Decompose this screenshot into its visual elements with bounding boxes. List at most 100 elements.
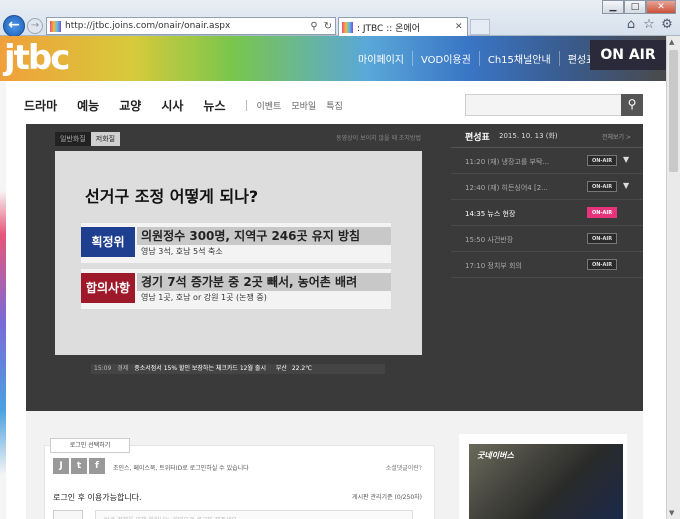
browser-tab-active[interactable]: : JTBC :: 온에어 ✕: [338, 17, 468, 36]
nav-mypage[interactable]: 마이페이지: [350, 51, 412, 66]
video-info-box-2: 합의사항 경기 7석 증가분 중 2곳 빼서, 농어촌 배려 영남 1곳, 호남…: [81, 269, 391, 309]
onair-badge: ON-AIR: [587, 181, 617, 192]
site-header: jtbc 마이페이지 VOD이용권 Ch15채널안내 편성표 ON AIR: [0, 36, 666, 81]
login-select-tab[interactable]: 로그인 선택하기: [50, 438, 130, 453]
schedule-row-text: 15:50 사건반장: [465, 236, 514, 244]
browser-chrome: ▁ □ ✕ ← → http://jtbc.joins.com/onair/on…: [0, 0, 680, 37]
schedule-row[interactable]: 11:20 (재) 냉장고를 부탁... ON-AIR ▼: [451, 148, 643, 174]
chevron-down-icon[interactable]: ▼: [623, 155, 629, 164]
main-nav: 드라마 예능 교양 시사 뉴스 이벤트 모바일 특집: [24, 95, 353, 115]
schedule-view-all-link[interactable]: 전체보기 >: [602, 132, 631, 141]
ticker-text: 중소서점서 15% 할인 보장하는 체크카드 12월 출시: [134, 365, 266, 372]
home-icon[interactable]: ⌂: [624, 17, 638, 32]
site-search-input[interactable]: ⚲: [465, 94, 643, 116]
toolbar-icons: ⌂ ☆ ⚙: [624, 17, 674, 32]
video-tag-2: 합의사항: [81, 273, 135, 303]
nav-current-affairs[interactable]: 시사: [161, 97, 183, 114]
schedule-row-text: 17:10 정치부 회의: [465, 262, 522, 270]
nav-special[interactable]: 특집: [326, 99, 343, 112]
address-bar[interactable]: http://jtbc.joins.com/onair/onair.aspx ⚲…: [46, 17, 336, 35]
joins-login-icon[interactable]: J: [53, 458, 69, 474]
video-box2-sub: 영남 1곳, 호남 or 강원 1곳 (논쟁 중): [141, 293, 267, 302]
schedule-title: 편성표: [465, 133, 490, 143]
login-required-text: 로그인 후 이용가능합니다.: [53, 493, 142, 502]
onair-badge: ON-AIR: [587, 233, 617, 244]
player-help-link[interactable]: 동영상이 보이지 않을 때 조치방법: [336, 133, 421, 142]
video-box1-headline: 의원정수 300명, 지역구 246곳 유지 방침: [137, 227, 391, 245]
back-button[interactable]: ←: [3, 15, 25, 37]
ticker-category: 경제: [117, 365, 129, 372]
lower-section: 로그인 선택하기 J t f 조인스, 페이스북, 트위터ID로 로그인하실 수…: [26, 411, 643, 519]
nav-event[interactable]: 이벤트: [257, 99, 282, 112]
social-comment-help-link[interactable]: 소셜댓글이란?: [386, 463, 422, 472]
twitter-login-icon[interactable]: t: [71, 458, 87, 474]
video-box2-headline: 경기 7석 증가분 중 2곳 빼서, 농어촌 배려: [137, 273, 391, 291]
scrollbar-thumb[interactable]: [669, 50, 678, 172]
schedule-row[interactable]: 15:50 사건반장 ON-AIR: [451, 226, 643, 252]
forward-button[interactable]: →: [27, 18, 43, 34]
new-tab-button[interactable]: [470, 19, 490, 35]
ticker-time: 15:09: [94, 365, 112, 372]
quality-low-button[interactable]: 저화질: [90, 132, 121, 146]
news-ticker: 15:09 경제 중소서점서 15% 할인 보장하는 체크카드 12월 출시 부…: [91, 364, 385, 374]
quality-normal-button[interactable]: 일반화질: [55, 132, 91, 146]
nav-news[interactable]: 뉴스: [203, 97, 225, 114]
url-text[interactable]: http://jtbc.joins.com/onair/onair.aspx: [65, 21, 307, 31]
schedule-row-text: 11:20 (재) 냉장고를 부탁...: [465, 158, 550, 166]
search-button-icon[interactable]: ⚲: [621, 94, 643, 116]
avatar: [53, 510, 83, 519]
video-frame[interactable]: 선거구 조정 어떻게 되나? 획정위 의원정수 300명, 지역구 246곳 유…: [55, 151, 422, 374]
schedule-row-text: 14:35 뉴스 현장: [465, 210, 516, 218]
close-window-button[interactable]: ✕: [646, 0, 676, 14]
ad-banner[interactable]: 굿네이버스: [459, 434, 627, 519]
search-icon[interactable]: ⚲: [307, 21, 321, 32]
nav-entertainment[interactable]: 예능: [77, 97, 99, 114]
nav-mobile[interactable]: 모바일: [291, 99, 316, 112]
ad-caption: 굿네이버스: [477, 451, 514, 460]
facebook-login-icon[interactable]: f: [89, 458, 105, 474]
nav-channel-guide[interactable]: Ch15채널안내: [478, 51, 559, 66]
jtbc-logo[interactable]: jtbc: [4, 40, 70, 76]
schedule-row-text: 12:40 (재) 히든싱어4 [2...: [465, 184, 548, 192]
nav-vod-pass[interactable]: VOD이용권: [412, 51, 479, 66]
close-tab-icon[interactable]: ✕: [455, 22, 467, 32]
onair-badge: ON-AIR: [587, 259, 617, 270]
chevron-down-icon[interactable]: ▼: [623, 181, 629, 190]
onair-button[interactable]: ON AIR: [590, 40, 666, 70]
scroll-down-icon[interactable]: ▼: [669, 509, 674, 517]
schedule-row[interactable]: 12:40 (재) 히든싱어4 [2... ON-AIR ▼: [451, 174, 643, 200]
window-controls: ▁ □ ✕: [602, 0, 676, 14]
onair-badge: ON-AIR: [587, 155, 617, 166]
scroll-up-icon[interactable]: ▲: [669, 38, 674, 46]
tab-favicon-icon: [342, 21, 353, 33]
video-player: 일반화질 저화질 동영상이 보이지 않을 때 조치방법 선거구 조정 어떻게 되…: [26, 124, 451, 411]
schedule-header: 편성표 2015. 10. 13 (화) 전체보기 >: [451, 124, 643, 148]
ticker-temp: 22.2℃: [291, 365, 312, 372]
comment-counter: 게시판 관리기준 (0/250자): [352, 494, 422, 501]
schedule-row[interactable]: 14:35 뉴스 현장 ON-AIR: [451, 200, 643, 226]
nav-culture[interactable]: 교양: [119, 97, 141, 114]
minimize-button[interactable]: ▁: [602, 0, 624, 14]
maximize-button[interactable]: □: [624, 0, 646, 14]
comment-box: 로그인 선택하기 J t f 조인스, 페이스북, 트위터ID로 로그인하실 수…: [44, 438, 435, 519]
favorites-star-icon[interactable]: ☆: [642, 17, 656, 32]
nav-divider: [245, 99, 247, 111]
left-accent-strip: [0, 81, 6, 519]
social-login-icons: J t f: [53, 458, 105, 474]
top-nav: 마이페이지 VOD이용권 Ch15채널안내 편성표: [350, 36, 603, 81]
site-favicon-icon: [50, 20, 61, 32]
video-info-box-1: 획정위 의원정수 300명, 지역구 246곳 유지 방침 영남 3석, 호남 …: [81, 223, 391, 263]
video-headline: 선거구 조정 어떻게 되나?: [85, 187, 259, 206]
refresh-icon[interactable]: ↻: [321, 21, 335, 32]
ticker-region: 부산: [275, 365, 287, 372]
nav-drama[interactable]: 드라마: [24, 97, 57, 114]
page-scrollbar[interactable]: ▲ ▼: [666, 36, 680, 519]
schedule-row[interactable]: 17:10 정치부 회의 ON-AIR: [451, 252, 643, 278]
onair-badge: ON-AIR: [587, 207, 617, 218]
tab-label: : JTBC :: 온에어: [357, 23, 420, 34]
schedule-panel: 편성표 2015. 10. 13 (화) 전체보기 > 11:20 (재) 냉장…: [451, 124, 643, 411]
settings-gear-icon[interactable]: ⚙: [660, 17, 674, 32]
video-tag-1: 획정위: [81, 227, 135, 257]
comment-textarea[interactable]: 비건 견해을 위해 회원님는 게외으로 로그인 해주세요.: [95, 510, 413, 519]
quality-toggle: 일반화질 저화질: [55, 132, 121, 146]
